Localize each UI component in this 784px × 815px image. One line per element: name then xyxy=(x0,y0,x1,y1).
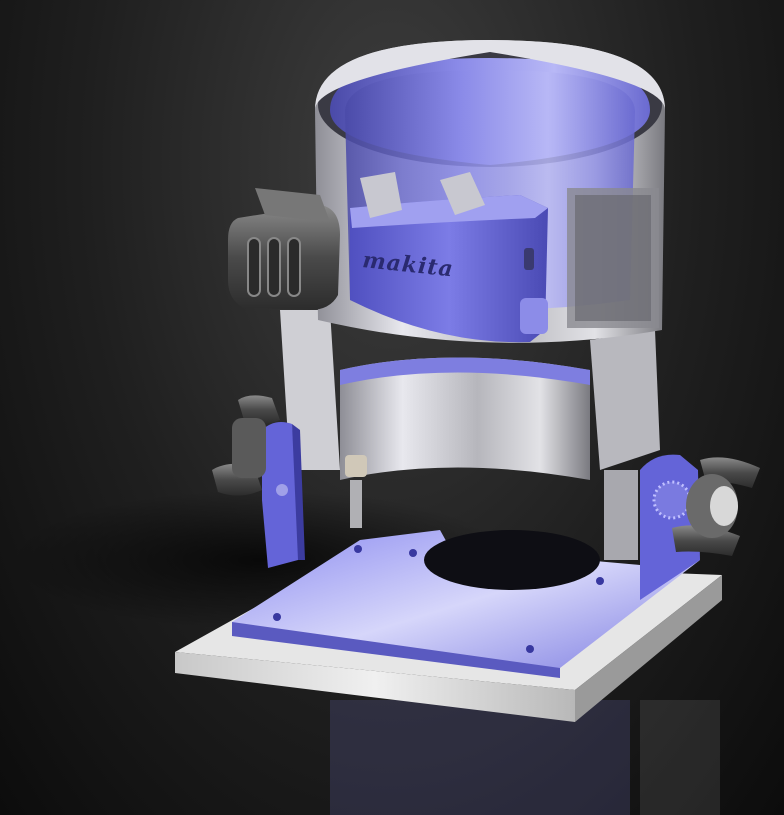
router-plunge-base-render: makita xyxy=(10,40,760,815)
clamp-handle[interactable] xyxy=(228,188,340,310)
left-bracket xyxy=(262,422,305,568)
screw-hole xyxy=(354,545,362,553)
bit-opening xyxy=(424,530,600,590)
cad-viewport: makita xyxy=(0,0,784,815)
screw-hole xyxy=(273,613,281,621)
screw-hole xyxy=(409,549,417,557)
screw-hole xyxy=(526,645,534,653)
depth-scale xyxy=(652,480,692,520)
guide-pin xyxy=(345,455,367,477)
screw-hole xyxy=(596,577,604,585)
floor-reflection xyxy=(330,700,720,815)
